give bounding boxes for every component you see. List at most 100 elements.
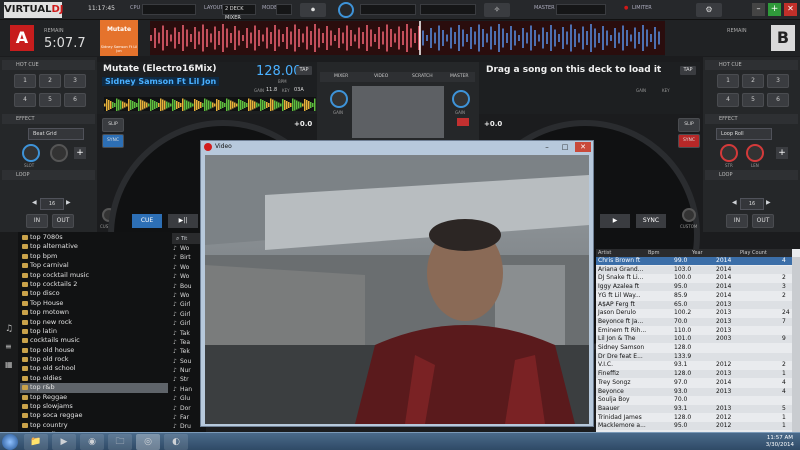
table-row[interactable]: Lil Jon & The 101.0 2003 9 bbox=[596, 335, 792, 344]
table-row[interactable]: Sidney Samson 128.0 bbox=[596, 344, 792, 352]
deck-b-loop-length[interactable]: 16 bbox=[740, 198, 764, 210]
deck-a-sync-button[interactable]: SYNC bbox=[102, 134, 124, 148]
folder-item[interactable]: Top carnival bbox=[20, 261, 168, 270]
table-row[interactable]: Eminem ft Rih... 110.0 2013 bbox=[596, 327, 792, 335]
table-row[interactable]: V.I.C. 93.1 2012 2 bbox=[596, 361, 792, 369]
col-artist[interactable]: Artist bbox=[598, 249, 611, 257]
video-window-title[interactable]: Video bbox=[201, 141, 593, 153]
folder-item[interactable]: top soca reggae bbox=[20, 411, 168, 420]
master-slider[interactable] bbox=[556, 4, 606, 15]
deck-b-sync-button[interactable]: SYNC bbox=[636, 214, 666, 228]
deck-b-hotcue-pad-5[interactable]: 5 bbox=[742, 93, 764, 107]
deck-b-effect-select[interactable]: Loop Roll bbox=[716, 128, 772, 140]
deck-a-effect-knob[interactable] bbox=[22, 144, 40, 162]
col-year[interactable]: Year bbox=[692, 249, 703, 257]
deck-a-play-button[interactable]: ▶|| bbox=[168, 214, 198, 228]
minimize-button[interactable]: – bbox=[752, 3, 765, 16]
deck-b-effect-add-icon[interactable]: + bbox=[776, 147, 788, 159]
hotcue-pad-1[interactable]: 1 bbox=[14, 74, 36, 88]
deck-a-effect-knob-2[interactable] bbox=[50, 144, 68, 162]
hotcue-pad-5[interactable]: 5 bbox=[39, 93, 61, 107]
folder-item[interactable]: top motown bbox=[20, 308, 168, 317]
deck-b-effect-header[interactable]: EFFECT bbox=[705, 114, 798, 124]
deck-a-loop-left-icon[interactable]: ◀ bbox=[32, 199, 37, 206]
folder-item[interactable]: top bpm bbox=[20, 252, 168, 261]
hotcue-pad-3[interactable]: 3 bbox=[64, 74, 86, 88]
deck-a-effect-select[interactable]: Beat Grid bbox=[28, 128, 84, 140]
deck-b-loop-left-icon[interactable]: ◀ bbox=[732, 199, 737, 206]
deck-b-custom-knob[interactable] bbox=[682, 208, 696, 222]
table-row[interactable]: Baauer 93.1 2013 5 bbox=[596, 404, 792, 414]
table-row[interactable]: DJ Snake ft Li... 100.0 2014 2 bbox=[596, 274, 792, 282]
col-bpm[interactable]: Bpm bbox=[648, 249, 659, 257]
hotcue-pad-6[interactable]: 6 bbox=[64, 93, 86, 107]
folder-item[interactable]: top disco bbox=[20, 289, 168, 298]
mixer-gain-right-knob[interactable] bbox=[452, 90, 470, 108]
folder-item[interactable]: top cocktails 2 bbox=[20, 280, 168, 289]
maximize-button[interactable]: + bbox=[768, 3, 781, 16]
deck-b-loop-header[interactable]: LOOP bbox=[705, 170, 798, 180]
deck-b-play-button[interactable]: ▶ bbox=[600, 214, 630, 228]
deck-a-effect-add-icon[interactable]: + bbox=[74, 147, 86, 159]
folder-item[interactable]: top cocktail music bbox=[20, 271, 168, 280]
folder-item[interactable]: top country bbox=[20, 421, 168, 430]
table-row[interactable]: Iggy Azalea ft 95.0 2014 3 bbox=[596, 283, 792, 292]
list-icon[interactable]: ≡ bbox=[5, 342, 12, 351]
folder-item[interactable]: top old school bbox=[20, 364, 168, 373]
table-row[interactable]: Dr Dre feat E... 133.9 bbox=[596, 352, 792, 361]
deck-b-hotcue-pad-3[interactable]: 3 bbox=[767, 74, 789, 88]
settings-mix-button[interactable]: ✧ bbox=[484, 3, 510, 17]
search-icon[interactable]: ⌕ bbox=[176, 235, 179, 242]
folder-icon[interactable]: 🗀 bbox=[108, 434, 132, 450]
virtualdj-task-icon[interactable]: ◎ bbox=[136, 434, 160, 450]
table-row[interactable]: Trey Songz 97.0 2014 4 bbox=[596, 379, 792, 387]
record-button[interactable]: ⏺ bbox=[300, 3, 326, 17]
mixer-gain-left-knob[interactable] bbox=[330, 90, 348, 108]
close-button[interactable]: ✕ bbox=[784, 3, 797, 16]
deck-b-hotcue-pad-4[interactable]: 4 bbox=[717, 93, 739, 107]
folder-item[interactable]: top old rock bbox=[20, 355, 168, 364]
col-playcount[interactable]: Play Count bbox=[740, 249, 767, 257]
video-window[interactable]: Video – □ ✕ bbox=[200, 140, 594, 427]
start-button[interactable] bbox=[2, 434, 18, 450]
tab-mixer[interactable]: MIXER bbox=[334, 74, 348, 79]
folder-item[interactable]: top old house bbox=[20, 346, 168, 355]
hotcue-pad-2[interactable]: 2 bbox=[39, 74, 61, 88]
deck-b-hotcue-pad-6[interactable]: 6 bbox=[767, 93, 789, 107]
deck-b-badge[interactable]: B bbox=[771, 25, 795, 51]
overview-waveform[interactable] bbox=[150, 21, 665, 55]
deck-a-loop-length[interactable]: 16 bbox=[40, 198, 64, 210]
folder-item[interactable]: top Reggae bbox=[20, 393, 168, 402]
deck-a-badge[interactable]: A bbox=[10, 25, 34, 51]
table-row[interactable]: Ariana Grand... 103.0 2014 bbox=[596, 265, 792, 274]
media-player-icon[interactable]: ▶ bbox=[52, 434, 76, 450]
deck-b-tap-button[interactable]: TAP bbox=[680, 66, 696, 75]
mode-toggle[interactable] bbox=[276, 4, 292, 15]
deck-b-str-knob[interactable] bbox=[720, 144, 738, 162]
system-clock[interactable]: 11:57 AM 3/30/2014 bbox=[766, 435, 794, 449]
deck-b-hotcue-pad-1[interactable]: 1 bbox=[717, 74, 739, 88]
deck-b-loop-out[interactable]: OUT bbox=[752, 214, 774, 228]
deck-b-hotcue-header[interactable]: HOT CUE bbox=[705, 60, 798, 70]
folder-item[interactable]: top alternative bbox=[20, 242, 168, 251]
app-task-icon[interactable]: ◐ bbox=[164, 434, 188, 450]
tab-video[interactable]: VIDEO bbox=[374, 74, 388, 79]
deck-a-hotcue-header[interactable]: HOT CUE bbox=[2, 60, 95, 70]
table-row[interactable]: Jason Derulo 100.2 2013 24 bbox=[596, 309, 792, 317]
folder-item[interactable]: top latin bbox=[20, 327, 168, 336]
table-row[interactable]: Beyonce ft Ja... 70.0 2013 7 bbox=[596, 317, 792, 327]
table-row[interactable]: Macklemore a... 95.0 2012 1 bbox=[596, 422, 792, 431]
deck-a-slip-button[interactable]: SLIP bbox=[102, 118, 124, 132]
deck-a-loop-in[interactable]: IN bbox=[26, 214, 48, 228]
folder-item[interactable]: cocktails music bbox=[20, 336, 168, 345]
layout-select[interactable]: 2 DECK MIXER bbox=[222, 4, 256, 21]
table-row[interactable]: YG ft Lil Way... 85.9 2014 2 bbox=[596, 292, 792, 300]
table-row[interactable]: Fineffiz 128.0 2013 1 bbox=[596, 370, 792, 379]
deck-b-loop-right-icon[interactable]: ▶ bbox=[766, 199, 771, 206]
deck-b-loop-in[interactable]: IN bbox=[726, 214, 748, 228]
folder-item[interactable]: Top House bbox=[20, 299, 168, 308]
gear-icon[interactable]: ⚙ bbox=[696, 3, 722, 17]
folder-item[interactable]: top r&b bbox=[20, 383, 168, 393]
folder-item[interactable]: top new rock bbox=[20, 318, 168, 327]
chrome-icon[interactable]: ◉ bbox=[80, 434, 104, 450]
